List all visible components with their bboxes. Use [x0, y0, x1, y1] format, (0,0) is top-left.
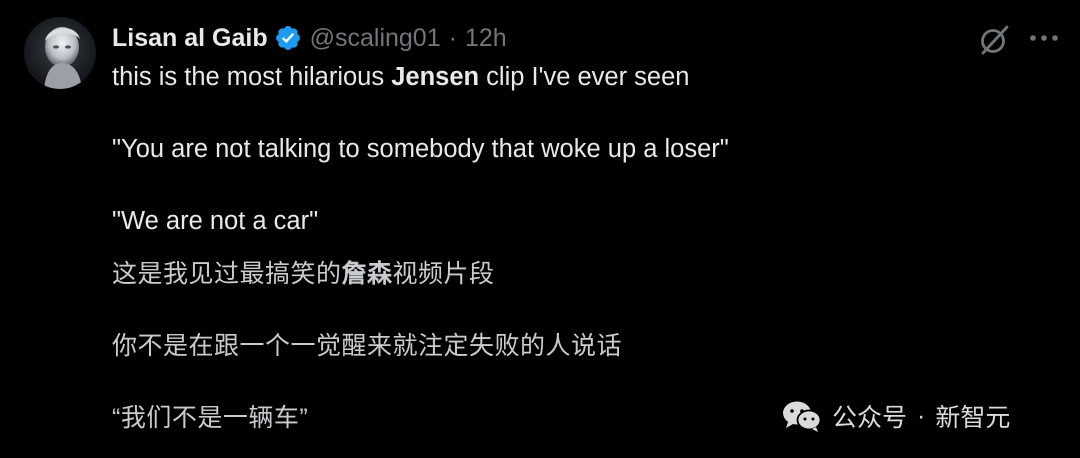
verified-badge-icon[interactable]	[274, 24, 302, 52]
watermark-separator: ·	[917, 401, 926, 430]
wechat-icon	[780, 398, 824, 434]
tweet-text-segment: this is the most hilarious	[112, 63, 392, 91]
display-name[interactable]: Lisan al Gaib	[112, 24, 268, 53]
translation-segment: 视频片段	[392, 260, 495, 288]
grok-slash-icon[interactable]	[976, 22, 1012, 58]
more-horizontal-icon[interactable]	[1026, 26, 1062, 50]
watermark-account-type: 公众号	[832, 404, 908, 432]
wechat-watermark: 公众号 · 新智元	[780, 396, 1010, 436]
tweet-line-1: this is the most hilarious Jensen clip I…	[112, 58, 1012, 96]
timestamp[interactable]: 12h	[465, 24, 507, 53]
avatar[interactable]	[24, 17, 96, 89]
translation-line-1: 这是我见过最搞笑的詹森视频片段	[112, 255, 1012, 293]
tweet-text: this is the most hilarious Jensen clip I…	[112, 58, 1012, 437]
tweet-line-quote-2: "We are not a car"	[112, 207, 319, 235]
watermark-account-name: 新智元	[935, 404, 1011, 432]
handle[interactable]: @scaling01	[310, 24, 441, 53]
tweet-header: Lisan al Gaib @scaling01 · 12h	[112, 18, 507, 58]
translation-segment: 这是我见过最搞笑的	[112, 260, 342, 288]
tweet-text-segment: clip I've ever seen	[479, 63, 690, 91]
jensen-link[interactable]: Jensen	[391, 63, 479, 91]
separator-dot: ·	[448, 23, 457, 52]
translation-bold-name: 詹森	[341, 260, 393, 288]
translation-line-2: 你不是在跟一个一觉醒来就注定失败的人说话	[112, 332, 623, 360]
avatar-image	[24, 17, 96, 89]
tweet-line-quote-1: "You are not talking to somebody that wo…	[112, 135, 729, 163]
